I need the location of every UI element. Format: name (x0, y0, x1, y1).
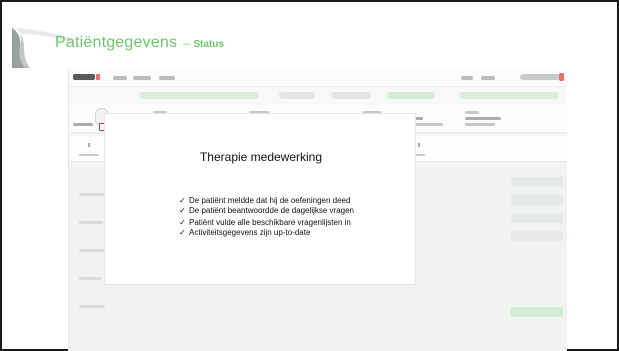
side-card-action[interactable] (511, 307, 563, 317)
info-value (465, 117, 501, 120)
checklist-item: ✓ Patiënt vulde alle beschikbare vragenli… (179, 218, 354, 228)
user-avatar-icon[interactable] (559, 73, 564, 81)
slide-title-separator: – (183, 38, 190, 50)
menu-item[interactable] (113, 76, 127, 80)
sidebar-line (79, 305, 105, 308)
action-pill[interactable] (387, 92, 435, 99)
slide-title: Patiëntgegevens – Status (55, 34, 224, 52)
side-card[interactable] (511, 231, 563, 241)
menu-item[interactable] (461, 76, 473, 80)
checklist-item-text: De patiënt beantwoordde de dagelijkse vr… (189, 205, 355, 215)
check-icon: ✓ (179, 227, 186, 237)
menu-item[interactable] (159, 76, 175, 80)
slide-title-main: Patiëntgegevens (55, 34, 178, 51)
action-pill[interactable] (331, 92, 371, 99)
action-pill[interactable] (139, 92, 259, 99)
checklist-item-text: De patiënt meldde dat hij de oefeningen … (189, 196, 351, 205)
menu-item[interactable] (133, 76, 151, 80)
checklist-item: ✓ Activiteitsgegevens zijn up-to-date (179, 228, 354, 238)
checklist-item: ✓ De patiënt beantwoordde de dagelijkse v… (179, 206, 354, 216)
info-label (465, 111, 479, 114)
info-value (465, 123, 495, 126)
checklist-item-text: Activiteitsgegevens zijn up-to-date (189, 227, 311, 237)
app-logo-icon (73, 74, 100, 80)
status-chip[interactable] (77, 141, 101, 158)
checklist-item: ✓ De patiënt meldde dat hij de oefeningen… (179, 196, 354, 206)
info-field (73, 123, 93, 126)
sidebar-line (79, 249, 107, 252)
side-card[interactable] (511, 177, 563, 187)
slide-title-subtitle: Status (193, 39, 224, 50)
slide: Patiëntgegevens – Status Therapie medewe… (0, 0, 619, 351)
slide-header: Patiëntgegevens – Status (12, 28, 612, 68)
therapy-cooperation-panel: Therapie medewerking ✓ De patiënt meldde … (104, 113, 416, 285)
panel-title: Therapie medewerking (199, 150, 323, 164)
check-icon: ✓ (179, 205, 186, 215)
cooperation-checklist: ✓ De patiënt meldde dat hij de oefeningen… (179, 196, 354, 237)
action-pill[interactable] (279, 92, 315, 99)
sidebar-line (79, 221, 103, 224)
menu-item[interactable] (481, 76, 495, 80)
check-icon: ✓ (179, 218, 186, 227)
side-card[interactable] (511, 195, 563, 205)
check-icon: ✓ (179, 196, 186, 205)
checklist-item-text: Patiënt vulde alle beschikbare vragenlij… (189, 218, 351, 227)
side-card[interactable] (511, 213, 563, 223)
app-actionbar (69, 87, 567, 105)
user-menu[interactable] (520, 74, 560, 80)
action-pill[interactable] (459, 92, 559, 99)
app-topbar (69, 69, 567, 87)
sidebar-line (79, 277, 101, 280)
